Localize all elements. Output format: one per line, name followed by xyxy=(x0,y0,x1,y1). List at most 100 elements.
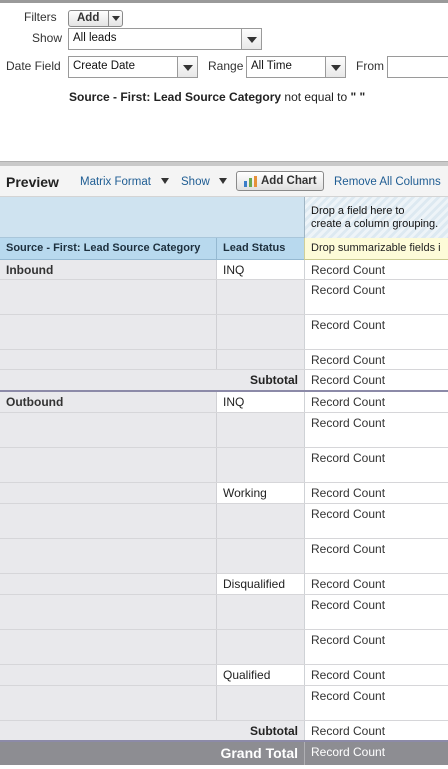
grid-header-area xyxy=(0,197,304,238)
empty-cell xyxy=(217,504,304,538)
status-label: Disqualified xyxy=(217,574,304,594)
empty-cell xyxy=(0,315,217,349)
empty-cell xyxy=(217,539,304,573)
record-count-cell: Record Count xyxy=(304,665,448,685)
table-row: Qualified Record Count xyxy=(0,665,448,686)
empty-cell xyxy=(0,483,217,503)
date-field-label: Date Field xyxy=(6,59,61,73)
empty-cell xyxy=(217,350,304,369)
range-label: Range xyxy=(208,59,244,73)
add-filter-label: Add xyxy=(77,12,100,24)
add-chart-label: Add Chart xyxy=(261,175,317,187)
record-count-cell: Record Count xyxy=(304,630,448,664)
empty-cell xyxy=(0,595,217,629)
table-row: Record Count xyxy=(0,315,448,350)
table-row: Record Count xyxy=(0,595,448,630)
table-row: Record Count xyxy=(0,504,448,539)
dropzone-line-2: create a column grouping. xyxy=(311,218,439,230)
empty-cell xyxy=(217,413,304,447)
from-date-input[interactable] xyxy=(387,56,448,78)
table-row: Record Count xyxy=(0,630,448,665)
chevron-down-icon[interactable] xyxy=(161,178,169,184)
record-count-cell: Record Count xyxy=(304,483,448,503)
add-filter-button[interactable]: Add xyxy=(68,10,123,27)
record-count-cell: Record Count xyxy=(304,539,448,573)
record-count-cell: Record Count xyxy=(304,280,448,314)
date-field-select[interactable]: Create Date xyxy=(68,56,198,78)
table-row: Inbound INQ Record Count xyxy=(0,260,448,280)
range-select-value: All Time xyxy=(251,60,292,72)
empty-cell xyxy=(0,280,217,314)
empty-cell xyxy=(0,539,217,573)
empty-cell xyxy=(217,280,304,314)
empty-cell xyxy=(0,574,217,594)
status-label: Qualified xyxy=(217,665,304,685)
chevron-down-icon xyxy=(325,57,345,77)
chevron-down-icon xyxy=(108,11,122,26)
empty-cell xyxy=(0,504,217,538)
record-count-cell: Record Count xyxy=(304,260,448,279)
grand-total-row: Grand Total Record Count xyxy=(0,742,448,765)
record-count-cell: Record Count xyxy=(304,686,448,720)
status-label: INQ xyxy=(217,260,304,279)
empty-cell xyxy=(0,686,217,720)
table-row: Record Count xyxy=(0,280,448,315)
status-label: Working xyxy=(217,483,304,503)
col-header-lead-status[interactable]: Lead Status xyxy=(217,238,304,260)
date-field-value: Create Date xyxy=(73,60,136,72)
empty-cell xyxy=(217,630,304,664)
empty-cell xyxy=(217,448,304,482)
summarizable-dropzone[interactable]: Drop summarizable fields i xyxy=(304,238,448,260)
table-row: Record Count xyxy=(0,686,448,721)
group-label: Inbound xyxy=(0,260,217,279)
preview-title: Preview xyxy=(6,174,59,190)
chevron-down-icon xyxy=(177,57,197,77)
record-count-cell: Record Count xyxy=(304,721,448,740)
empty-cell xyxy=(0,630,217,664)
table-row: Record Count xyxy=(0,539,448,574)
empty-cell xyxy=(217,315,304,349)
range-select[interactable]: All Time xyxy=(246,56,346,78)
record-count-cell: Record Count xyxy=(304,350,448,369)
remove-all-columns-link[interactable]: Remove All Columns xyxy=(334,176,441,188)
record-count-cell: Record Count xyxy=(304,448,448,482)
subtotal-label: Subtotal xyxy=(120,721,304,740)
record-count-cell: Record Count xyxy=(304,413,448,447)
empty-cell xyxy=(217,686,304,720)
record-count-cell: Record Count xyxy=(304,595,448,629)
show-select-value: All leads xyxy=(73,32,117,44)
group-label: Outbound xyxy=(0,392,217,412)
table-row: Working Record Count xyxy=(0,483,448,504)
grand-total-label: Grand Total xyxy=(0,742,304,765)
active-filter-operator: not equal to xyxy=(284,90,348,104)
filters-label: Filters xyxy=(24,10,57,24)
dropzone-line-1: Drop a field here to xyxy=(311,205,405,217)
show-menu[interactable]: Show xyxy=(181,176,210,188)
active-filter-value: " " xyxy=(350,90,366,104)
empty-cell xyxy=(0,413,217,447)
bar-chart-icon xyxy=(244,176,257,187)
chevron-down-icon xyxy=(241,29,261,49)
matrix-format-menu[interactable]: Matrix Format xyxy=(80,176,151,188)
add-chart-button[interactable]: Add Chart xyxy=(236,171,324,191)
show-select[interactable]: All leads xyxy=(68,28,262,50)
empty-cell xyxy=(0,448,217,482)
subtotal-row: Subtotal Record Count xyxy=(0,370,448,392)
record-count-cell: Record Count xyxy=(304,504,448,538)
preview-toolbar: Preview Matrix Format Show Add Chart Rem… xyxy=(0,166,448,197)
show-label: Show xyxy=(32,31,63,45)
empty-cell xyxy=(217,595,304,629)
record-count-cell: Record Count xyxy=(304,370,448,390)
empty-cell xyxy=(0,665,217,685)
col-header-source[interactable]: Source - First: Lead Source Category xyxy=(0,238,217,260)
record-count-cell: Record Count xyxy=(304,742,448,765)
filters-panel: Filters Add Show All leads Date Field Cr… xyxy=(0,3,448,161)
record-count-cell: Record Count xyxy=(304,574,448,594)
table-row: Disqualified Record Count xyxy=(0,574,448,595)
active-filter: Source - First: Lead Source Category not… xyxy=(69,90,365,104)
table-row: Record Count xyxy=(0,413,448,448)
record-count-cell: Record Count xyxy=(304,315,448,349)
table-row: Record Count xyxy=(0,350,448,370)
chevron-down-icon[interactable] xyxy=(219,178,227,184)
column-grouping-dropzone[interactable]: Drop a field here to create a column gro… xyxy=(304,197,448,238)
